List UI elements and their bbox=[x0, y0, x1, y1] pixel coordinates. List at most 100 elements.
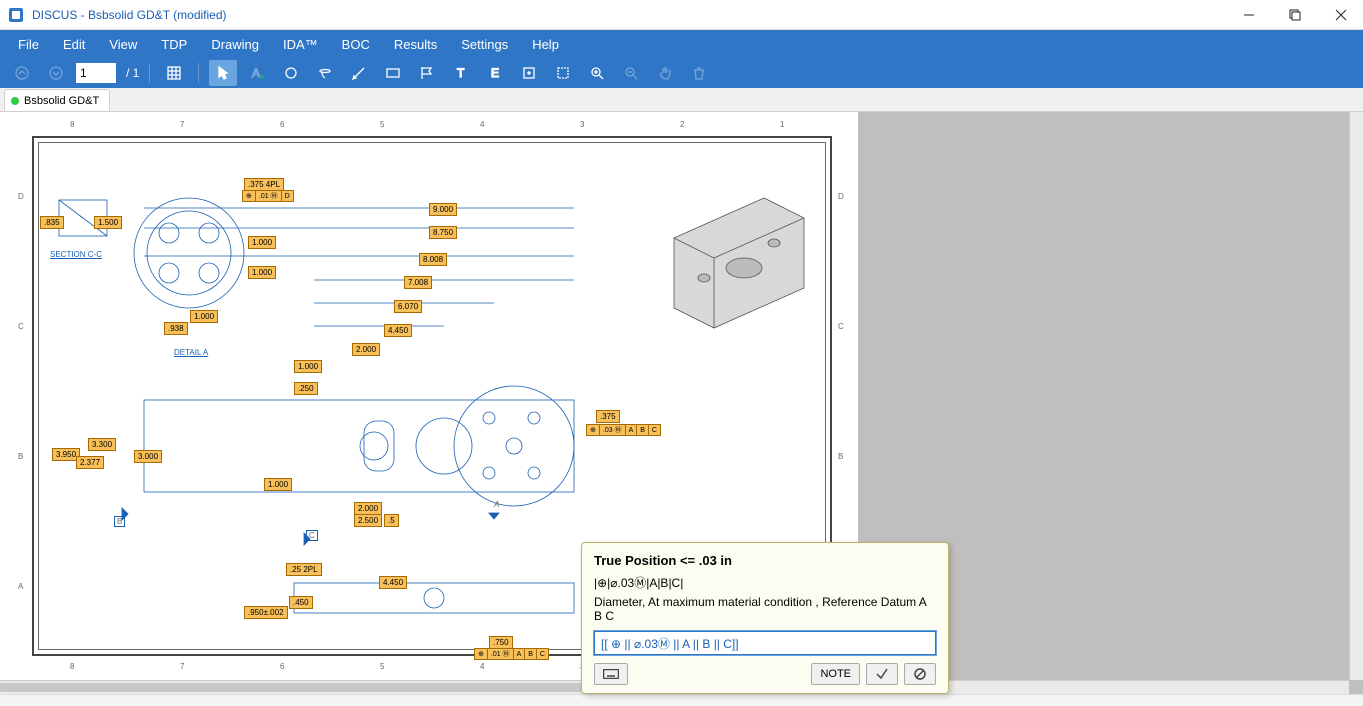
maximize-button[interactable] bbox=[1281, 4, 1309, 26]
callout[interactable]: .375 bbox=[596, 410, 620, 423]
document-tab[interactable]: Bsbsolid GD&T bbox=[4, 89, 110, 111]
menu-drawing[interactable]: Drawing bbox=[201, 33, 269, 56]
menu-help[interactable]: Help bbox=[522, 33, 569, 56]
callout[interactable]: 2.377 bbox=[76, 456, 104, 469]
svg-text:E: E bbox=[491, 66, 499, 80]
zone-top: 5 bbox=[380, 120, 384, 129]
titlebar: DISCUS - Bsbsolid GD&T (modified) bbox=[0, 0, 1363, 30]
fcf-callout[interactable]: ⊕.01 ⓂABC bbox=[474, 648, 549, 660]
callout[interactable]: 4.450 bbox=[379, 576, 407, 589]
minimize-button[interactable] bbox=[1235, 4, 1263, 26]
zone-right: C bbox=[838, 322, 844, 331]
menu-settings[interactable]: Settings bbox=[451, 33, 518, 56]
callout[interactable]: .938 bbox=[164, 322, 188, 335]
flag-button[interactable] bbox=[413, 60, 441, 86]
callout[interactable]: 8.750 bbox=[429, 226, 457, 239]
tabstrip: Bsbsolid GD&T bbox=[0, 88, 1363, 112]
popup-title: True Position <= .03 in bbox=[594, 553, 936, 568]
callout[interactable]: .250 bbox=[294, 382, 318, 395]
lasso-button[interactable] bbox=[311, 60, 339, 86]
callout[interactable]: .25 2PL bbox=[286, 563, 322, 576]
callout[interactable]: 3.000 bbox=[134, 450, 162, 463]
zone-bottom: 8 bbox=[70, 662, 74, 671]
callout[interactable]: .835 bbox=[40, 216, 64, 229]
zoom-out-button bbox=[617, 60, 645, 86]
zoom-in-button[interactable] bbox=[583, 60, 611, 86]
text-t-button[interactable]: T bbox=[447, 60, 475, 86]
callout[interactable]: 3.300 bbox=[88, 438, 116, 451]
window-title: DISCUS - Bsbsolid GD&T (modified) bbox=[32, 8, 1235, 22]
popup-frame-text: |⊕|⌀.03Ⓜ|A|B|C| bbox=[594, 574, 936, 591]
nav-down-button bbox=[42, 60, 70, 86]
zone-bottom: 7 bbox=[180, 662, 184, 671]
zone-top: 8 bbox=[70, 120, 74, 129]
datum-b: B bbox=[114, 516, 125, 527]
menu-edit[interactable]: Edit bbox=[53, 33, 95, 56]
fit-button[interactable] bbox=[515, 60, 543, 86]
zone-bottom: 4 bbox=[480, 662, 484, 671]
datum-c: C bbox=[306, 530, 318, 541]
menubar: File Edit View TDP Drawing IDA™ BOC Resu… bbox=[0, 30, 1363, 58]
section-label: SECTION C-C bbox=[50, 250, 102, 259]
callout[interactable]: 7.008 bbox=[404, 276, 432, 289]
callout[interactable]: 1.000 bbox=[264, 478, 292, 491]
callout[interactable]: 2.000 bbox=[352, 343, 380, 356]
callout[interactable]: 1.000 bbox=[294, 360, 322, 373]
zone-left: A bbox=[18, 582, 23, 591]
circle-button[interactable] bbox=[277, 60, 305, 86]
menu-results[interactable]: Results bbox=[384, 33, 447, 56]
svg-text:T: T bbox=[457, 66, 465, 80]
detail-label: DETAIL A bbox=[174, 348, 208, 357]
accept-button[interactable] bbox=[866, 663, 898, 685]
cancel-button[interactable] bbox=[904, 663, 936, 685]
close-button[interactable] bbox=[1327, 4, 1355, 26]
callout[interactable]: .450 bbox=[289, 596, 313, 609]
callout[interactable]: 4.450 bbox=[384, 324, 412, 337]
zone-bottom: 6 bbox=[280, 662, 284, 671]
svg-text:A: A bbox=[252, 66, 260, 80]
statusbar bbox=[0, 694, 1363, 706]
callout[interactable]: 1.000 bbox=[190, 310, 218, 323]
callout[interactable]: 1.000 bbox=[248, 266, 276, 279]
grid-button[interactable] bbox=[160, 60, 188, 86]
callout[interactable]: .950±.002 bbox=[244, 606, 288, 619]
text-a-button[interactable]: A bbox=[243, 60, 271, 86]
fcf-callout-selected[interactable]: ⊕.03 ⓂABC bbox=[586, 424, 661, 436]
vertical-scrollbar[interactable] bbox=[1349, 112, 1363, 680]
menu-tdp[interactable]: TDP bbox=[151, 33, 197, 56]
zone-left: D bbox=[18, 192, 24, 201]
workspace: 8 7 6 5 4 3 2 1 8 7 6 5 4 3 2 1 D C B A … bbox=[0, 112, 1363, 694]
fcf-callout[interactable]: ⊕.01 ⓂD bbox=[242, 190, 294, 202]
menu-boc[interactable]: BOC bbox=[332, 33, 380, 56]
menu-ida[interactable]: IDA™ bbox=[273, 33, 328, 56]
rect-button[interactable] bbox=[379, 60, 407, 86]
popup-description: Diameter, At maximum material condition … bbox=[594, 595, 936, 623]
page-input[interactable] bbox=[76, 63, 116, 83]
delete-button bbox=[685, 60, 713, 86]
callout[interactable]: 2.500 bbox=[354, 514, 382, 527]
zone-top: 2 bbox=[680, 120, 684, 129]
keyboard-button[interactable] bbox=[594, 663, 628, 685]
callout[interactable]: 9.000 bbox=[429, 203, 457, 216]
expression-input[interactable] bbox=[594, 631, 936, 655]
app-icon bbox=[8, 7, 24, 23]
callout[interactable]: .5 bbox=[384, 514, 399, 527]
zone-right: D bbox=[838, 192, 844, 201]
crop-button[interactable] bbox=[549, 60, 577, 86]
datum-a: A bbox=[494, 500, 499, 509]
callout[interactable]: 1.500 bbox=[94, 216, 122, 229]
characteristic-popup: True Position <= .03 in |⊕|⌀.03Ⓜ|A|B|C| … bbox=[581, 542, 949, 694]
menu-file[interactable]: File bbox=[8, 33, 49, 56]
text-e-button[interactable]: E bbox=[481, 60, 509, 86]
zone-top: 1 bbox=[780, 120, 784, 129]
note-button[interactable]: NOTE bbox=[811, 663, 860, 685]
callout[interactable]: 8.008 bbox=[419, 253, 447, 266]
modified-dot-icon bbox=[11, 97, 19, 105]
line-button[interactable] bbox=[345, 60, 373, 86]
callout[interactable]: 1.000 bbox=[248, 236, 276, 249]
zone-top: 7 bbox=[180, 120, 184, 129]
pointer-button[interactable] bbox=[209, 60, 237, 86]
page-total: / 1 bbox=[126, 66, 139, 80]
callout[interactable]: 6.070 bbox=[394, 300, 422, 313]
menu-view[interactable]: View bbox=[99, 33, 147, 56]
